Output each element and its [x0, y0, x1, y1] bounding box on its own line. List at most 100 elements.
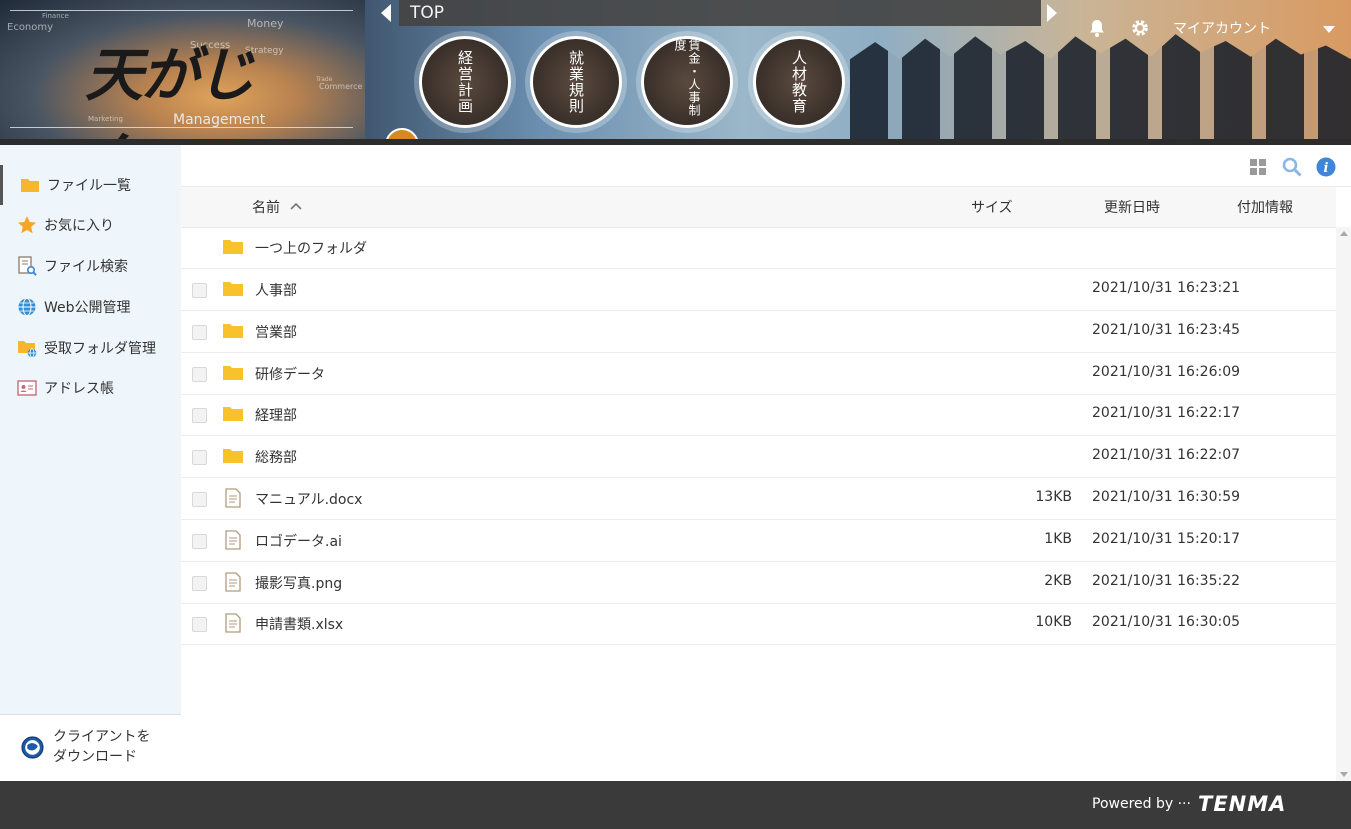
sidebar-item-file-list[interactable]: ファイル一覧 [0, 165, 184, 205]
row-name[interactable]: 研修データ [255, 364, 325, 384]
sidebar-item-address-book[interactable]: アドレス帳 [0, 368, 181, 408]
scroll-up-icon[interactable] [1340, 231, 1348, 236]
sidebar-item-web-publish[interactable]: Web公開管理 [0, 287, 181, 327]
sidebar-item-label: ファイル検索 [44, 259, 128, 275]
sidebar: ファイル一覧 お気に入り ファイル検索 Web公開管理 受取フォルダ管理 アドレ… [0, 145, 184, 782]
info-icon[interactable]: i [1316, 157, 1336, 177]
row-updated: 2021/10/31 16:26:09 [1092, 363, 1241, 380]
table-row[interactable]: 営業部 2021/10/31 16:23:45 [181, 311, 1336, 353]
row-checkbox[interactable] [192, 324, 207, 340]
gear-icon[interactable] [1130, 18, 1150, 38]
sidebar-item-file-search[interactable]: ファイル検索 [0, 246, 181, 286]
sort-ascending-icon[interactable] [290, 202, 302, 210]
table-row[interactable]: 経理部 2021/10/31 16:22:17 [181, 394, 1336, 437]
folder-icon [223, 407, 243, 422]
row-checkbox[interactable] [192, 492, 207, 507]
row-name[interactable]: 営業部 [255, 322, 297, 342]
sidebar-item-favorites[interactable]: お気に入り [0, 205, 181, 245]
next-arrow-icon[interactable] [1047, 4, 1057, 22]
bell-icon[interactable] [1087, 18, 1107, 38]
bg-word: Finance [42, 12, 69, 20]
bg-word: Economy [7, 22, 54, 33]
menu-circle-keiei[interactable]: 経営計画 [419, 36, 511, 128]
column-header-info[interactable]: 付加情報 [1237, 197, 1293, 217]
row-name[interactable]: 申請書類.xlsx [255, 614, 343, 634]
logo-text: 天がじん [85, 41, 255, 145]
folder-icon [21, 179, 39, 192]
menu-circle-chingin[interactable]: 賃金・人事制度 [641, 36, 733, 128]
row-updated: 2021/10/31 16:22:17 [1092, 405, 1241, 422]
address-book-icon [17, 380, 37, 396]
client-download-button[interactable]: クライアントを ダウンロード [0, 714, 181, 782]
row-checkbox[interactable] [192, 283, 207, 298]
star-icon [18, 216, 36, 234]
table-row[interactable]: マニュアル.docx 13KB 2021/10/31 16:30:59 [181, 478, 1336, 520]
footer: Powered by ··· TENMA [0, 781, 1351, 829]
table-row[interactable]: 総務部 2021/10/31 16:22:07 [181, 436, 1336, 479]
table-row[interactable]: 人事部 2021/10/31 16:23:21 [181, 269, 1336, 311]
sidebar-item-label: 受取フォルダ管理 [44, 341, 156, 357]
nav-title: TOP [410, 3, 445, 23]
row-checkbox[interactable] [192, 450, 207, 466]
table-row[interactable]: 撮影写真.png 2KB 2021/10/31 16:35:22 [181, 562, 1336, 604]
row-size: 1KB [1044, 530, 1072, 547]
row-name[interactable]: 経理部 [255, 405, 297, 425]
bg-word: Commerce [319, 82, 363, 91]
row-checkbox[interactable] [192, 533, 207, 549]
sidebar-item-label: Web公開管理 [44, 300, 131, 316]
sidebar-item-receive-folder[interactable]: 受取フォルダ管理 [0, 328, 181, 368]
table-row[interactable]: 申請書類.xlsx 10KB 2021/10/31 16:30:05 [181, 603, 1336, 646]
vertical-scrollbar[interactable] [1336, 227, 1351, 781]
folder-icon [223, 323, 243, 338]
row-updated: 2021/10/31 15:20:17 [1092, 530, 1241, 547]
row-checkbox[interactable] [192, 366, 207, 382]
row-name[interactable]: マニュアル.docx [255, 489, 362, 509]
sidebar-item-label: お気に入り [44, 218, 114, 234]
file-search-icon [18, 256, 37, 276]
row-name[interactable]: 総務部 [255, 447, 297, 467]
sidebar-item-label: アドレス帳 [44, 381, 114, 397]
scroll-down-icon[interactable] [1340, 772, 1348, 777]
file-list-panel: i 名前 サイズ 更新日時 付加情報 一つ上のフォルダ 人事部 2021/10/3… [181, 145, 1351, 781]
parent-folder-row[interactable]: 一つ上のフォルダ [181, 227, 1336, 269]
row-name[interactable]: ロゴデータ.ai [255, 531, 342, 551]
logo-divider-top [10, 10, 353, 11]
column-header-name[interactable]: 名前 [252, 197, 280, 217]
chevron-down-icon[interactable] [1323, 26, 1335, 33]
row-size: 10KB [1035, 614, 1072, 631]
prev-arrow-icon[interactable] [381, 4, 391, 22]
logo-subtitle: Management [173, 112, 266, 128]
search-icon[interactable] [1282, 157, 1302, 177]
file-icon [225, 530, 241, 550]
nav-title-bar[interactable]: TOP [399, 0, 1041, 26]
receive-folder-icon [18, 341, 37, 358]
row-updated: 2021/10/31 16:30:05 [1092, 614, 1241, 631]
column-header-updated[interactable]: 更新日時 [1104, 197, 1160, 217]
file-icon [225, 613, 241, 634]
row-updated: 2021/10/31 16:23:45 [1092, 321, 1241, 338]
column-header-size[interactable]: サイズ [971, 197, 1013, 217]
toolbar: i [181, 145, 1351, 187]
row-checkbox[interactable] [192, 575, 207, 591]
my-account-menu[interactable]: マイアカウント [1173, 18, 1271, 38]
people-silhouette-image [850, 34, 1351, 139]
row-checkbox[interactable] [192, 617, 207, 633]
table-row[interactable]: 研修データ 2021/10/31 16:26:09 [181, 353, 1336, 395]
row-name[interactable]: 撮影写真.png [255, 573, 342, 593]
row-checkbox[interactable] [192, 408, 207, 424]
folder-icon [223, 240, 243, 254]
row-name[interactable]: 人事部 [255, 280, 297, 300]
menu-circle-jinzai[interactable]: 人材教育 [753, 36, 845, 128]
table-row[interactable]: ロゴデータ.ai 1KB 2021/10/31 15:20:17 [181, 520, 1336, 562]
logo-panel[interactable]: Economy Finance Money Success Strategy T… [0, 0, 365, 145]
file-icon [225, 488, 241, 508]
row-size: 2KB [1044, 572, 1072, 589]
folder-icon [223, 282, 243, 296]
powered-by-text: Powered by ··· [1092, 796, 1191, 812]
row-updated: 2021/10/31 16:30:59 [1092, 489, 1241, 505]
grid-view-icon[interactable] [1248, 157, 1268, 177]
tenma-logo[interactable]: TENMA [1198, 792, 1286, 816]
menu-circle-shugyo[interactable]: 就業規則 [530, 36, 622, 128]
parent-folder-label: 一つ上のフォルダ [255, 241, 367, 257]
row-updated: 2021/10/31 16:35:22 [1092, 572, 1241, 589]
